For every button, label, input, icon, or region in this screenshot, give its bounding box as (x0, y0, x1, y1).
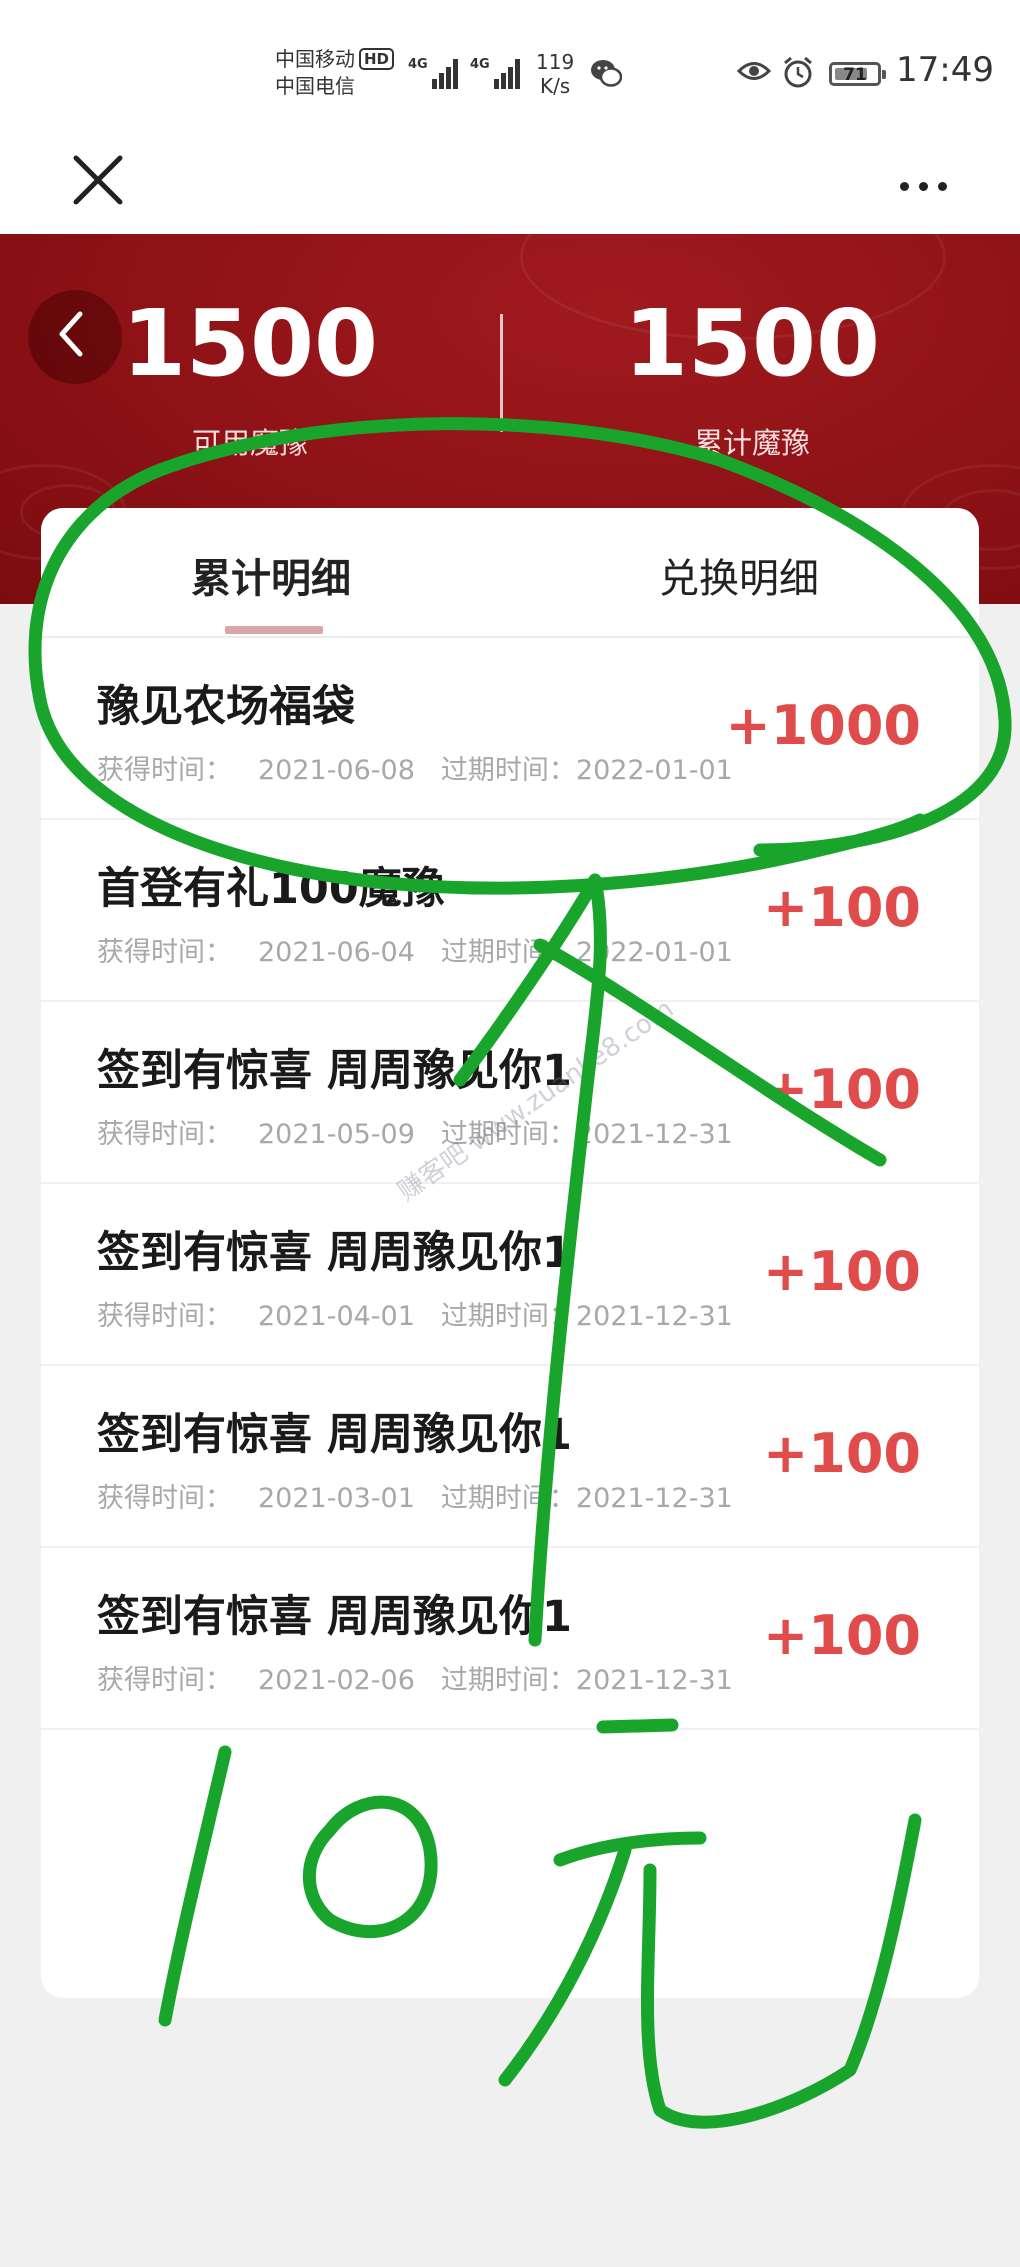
close-icon[interactable] (68, 150, 128, 210)
record-dates: 获得时间： 2021-06-04 过期时间：2022-01-01 (97, 930, 759, 969)
expires-date: 2021-12-31 (575, 1119, 733, 1150)
available-label: 可用魔豫 (191, 426, 308, 460)
total-label: 累计魔豫 (693, 426, 810, 460)
expires-date: 2022-01-01 (575, 755, 733, 786)
obtained-date: 2021-04-01 (258, 1301, 415, 1332)
record-dates: 获得时间： 2021-04-01 过期时间：2021-12-31 (97, 1294, 759, 1333)
tab-accumulated[interactable]: 累计明细 (191, 546, 351, 604)
more-icon[interactable] (896, 172, 952, 198)
record-amount: +100 (763, 1240, 921, 1303)
obtained-date: 2021-03-01 (258, 1483, 415, 1514)
total-value: 1500 (623, 290, 881, 397)
obtained-label: 获得时间： (97, 1119, 232, 1150)
record-title: 豫见农场福袋 (97, 682, 355, 732)
network-type: 4G (408, 57, 428, 72)
nav-bar (0, 150, 1020, 234)
battery-level: 71 (843, 65, 867, 85)
record-dates: 获得时间： 2021-02-06 过期时间：2021-12-31 (97, 1658, 759, 1697)
expires-label: 过期时间： (440, 937, 576, 968)
record-amount: +100 (763, 876, 921, 939)
record-amount: +100 (763, 1058, 921, 1121)
obtained-label: 获得时间： (97, 937, 232, 968)
records-card: 累计明细 兑换明细 豫见农场福袋 获得时间： 2021-06-08 过期时间：2022… (41, 508, 979, 1998)
obtained-label: 获得时间： (97, 1665, 232, 1696)
obtained-label: 获得时间： (97, 1483, 232, 1514)
obtained-date: 2021-05-09 (258, 1119, 415, 1150)
net-speed: 119 K/s (536, 50, 574, 98)
battery-icon: 71 (829, 62, 886, 86)
clock: 17:49 (896, 50, 994, 90)
record-title: 首登有礼100魔豫 (97, 864, 445, 914)
eye-icon (737, 62, 771, 80)
carrier-2: 中国电信 (275, 74, 355, 98)
record-title: 签到有惊喜 周周豫见你1 (97, 1228, 572, 1278)
alarm-icon (784, 56, 812, 88)
record-row[interactable]: 签到有惊喜 周周豫见你1 获得时间： 2021-04-01 过期时间：2021-12-… (41, 1182, 979, 1366)
header-divider (500, 314, 503, 432)
record-amount: +100 (763, 1604, 921, 1667)
expires-label: 过期时间： (440, 1665, 576, 1696)
record-title: 签到有惊喜 周周豫见你1 (97, 1592, 572, 1642)
carrier-info: 中国移动 HD 中国电信 (275, 46, 395, 100)
record-title: 签到有惊喜 周周豫见你1 (97, 1046, 572, 1096)
hd-badge: HD (359, 48, 395, 70)
record-dates: 获得时间： 2021-05-09 过期时间：2021-12-31 (97, 1112, 759, 1151)
record-row[interactable]: 首登有礼100魔豫获得时间： 2021-06-04 过期时间：2022-01-01 +… (41, 818, 979, 1002)
record-row[interactable]: 签到有惊喜 周周豫见你1 获得时间： 2021-03-01 过期时间：2021-12-… (41, 1364, 979, 1548)
network-type: 4G (470, 57, 490, 72)
record-amount: +100 (763, 1422, 921, 1485)
record-row[interactable]: 签到有惊喜 周周豫见你1 获得时间： 2021-02-06 过期时间：2021-12-… (41, 1546, 979, 1730)
tab-bar: 累计明细 兑换明细 (41, 508, 979, 638)
expires-date: 2021-12-31 (575, 1483, 733, 1514)
obtained-date: 2021-06-08 (258, 755, 415, 786)
signal-icon: 4G (408, 55, 458, 89)
obtained-label: 获得时间： (97, 1301, 232, 1332)
tab-exchange[interactable]: 兑换明细 (659, 546, 819, 604)
net-speed-unit: K/s (539, 74, 571, 98)
net-speed-value: 119 (536, 50, 575, 74)
wechat-icon (591, 60, 622, 87)
carrier-1: 中国移动 (275, 47, 355, 71)
available-value: 1500 (121, 290, 379, 397)
record-dates: 获得时间： 2021-03-01 过期时间：2021-12-31 (97, 1476, 759, 1515)
obtained-date: 2021-02-06 (258, 1665, 415, 1696)
expires-label: 过期时间： (440, 755, 576, 786)
record-title: 签到有惊喜 周周豫见你1 (97, 1410, 572, 1460)
expires-label: 过期时间： (440, 1301, 576, 1332)
record-dates: 获得时间： 2021-06-08 过期时间：2022-01-01 (97, 748, 759, 787)
expires-label: 过期时间： (440, 1483, 576, 1514)
expires-date: 2021-12-31 (575, 1665, 733, 1696)
expires-date: 2021-12-31 (575, 1301, 733, 1332)
obtained-label: 获得时间： (97, 755, 232, 786)
tab-indicator (225, 626, 323, 634)
record-row[interactable]: 豫见农场福袋获得时间： 2021-06-08 过期时间：2022-01-01 +100… (41, 636, 979, 820)
signal-icon: 4G (470, 55, 520, 89)
status-bar: 中国移动 HD 中国电信 4G 4G 119 K/s 71 17:49 (0, 0, 1020, 150)
obtained-date: 2021-06-04 (258, 937, 415, 968)
record-amount: +1000 (725, 694, 921, 757)
expires-date: 2022-01-01 (575, 937, 733, 968)
